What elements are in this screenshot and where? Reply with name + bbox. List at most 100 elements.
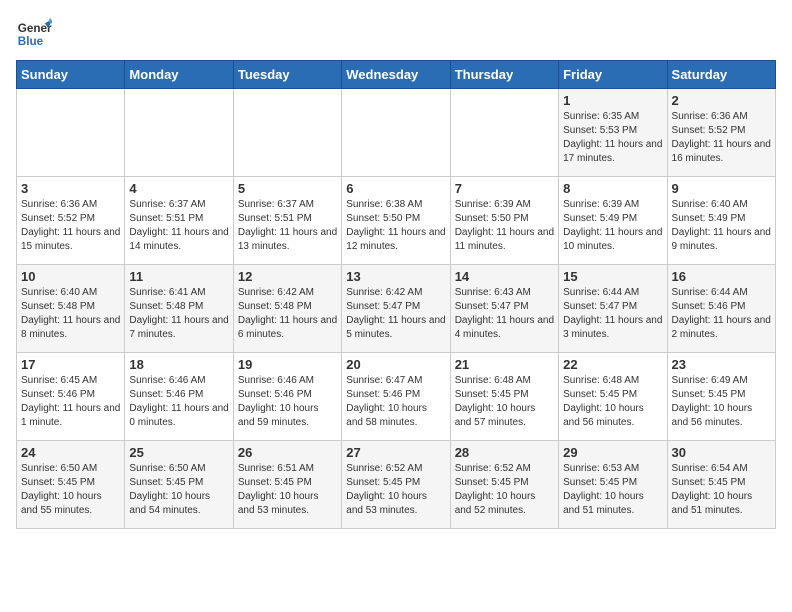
day-number: 23 bbox=[672, 357, 771, 372]
week-row-5: 24 Sunrise: 6:50 AMSunset: 5:45 PMDayligh… bbox=[17, 441, 776, 529]
day-cell: 2 Sunrise: 6:36 AMSunset: 5:52 PMDaylight… bbox=[667, 89, 775, 177]
day-cell: 9 Sunrise: 6:40 AMSunset: 5:49 PMDaylight… bbox=[667, 177, 775, 265]
week-row-2: 3 Sunrise: 6:36 AMSunset: 5:52 PMDaylight… bbox=[17, 177, 776, 265]
day-cell: 4 Sunrise: 6:37 AMSunset: 5:51 PMDaylight… bbox=[125, 177, 233, 265]
col-header-wednesday: Wednesday bbox=[342, 61, 450, 89]
day-detail: Sunrise: 6:48 AMSunset: 5:45 PMDaylight:… bbox=[455, 374, 554, 430]
day-number: 5 bbox=[238, 181, 337, 196]
calendar-table: SundayMondayTuesdayWednesdayThursdayFrid… bbox=[16, 60, 776, 529]
day-detail: Sunrise: 6:42 AMSunset: 5:48 PMDaylight:… bbox=[238, 286, 337, 342]
day-number: 4 bbox=[129, 181, 228, 196]
svg-text:Blue: Blue bbox=[18, 35, 44, 48]
day-cell: 13 Sunrise: 6:42 AMSunset: 5:47 PMDayligh… bbox=[342, 265, 450, 353]
day-cell bbox=[450, 89, 558, 177]
day-cell: 23 Sunrise: 6:49 AMSunset: 5:45 PMDayligh… bbox=[667, 353, 775, 441]
day-detail: Sunrise: 6:48 AMSunset: 5:45 PMDaylight:… bbox=[563, 374, 662, 430]
day-cell bbox=[233, 89, 341, 177]
day-number: 7 bbox=[455, 181, 554, 196]
col-header-monday: Monday bbox=[125, 61, 233, 89]
day-number: 15 bbox=[563, 269, 662, 284]
day-detail: Sunrise: 6:51 AMSunset: 5:45 PMDaylight:… bbox=[238, 462, 337, 518]
day-number: 17 bbox=[21, 357, 120, 372]
day-cell: 1 Sunrise: 6:35 AMSunset: 5:53 PMDaylight… bbox=[559, 89, 667, 177]
day-detail: Sunrise: 6:45 AMSunset: 5:46 PMDaylight:… bbox=[21, 374, 120, 430]
day-cell: 10 Sunrise: 6:40 AMSunset: 5:48 PMDayligh… bbox=[17, 265, 125, 353]
day-number: 25 bbox=[129, 445, 228, 460]
day-detail: Sunrise: 6:43 AMSunset: 5:47 PMDaylight:… bbox=[455, 286, 554, 342]
day-cell: 12 Sunrise: 6:42 AMSunset: 5:48 PMDayligh… bbox=[233, 265, 341, 353]
day-number: 24 bbox=[21, 445, 120, 460]
day-number: 26 bbox=[238, 445, 337, 460]
day-number: 20 bbox=[346, 357, 445, 372]
day-cell: 5 Sunrise: 6:37 AMSunset: 5:51 PMDaylight… bbox=[233, 177, 341, 265]
day-detail: Sunrise: 6:40 AMSunset: 5:49 PMDaylight:… bbox=[672, 198, 771, 254]
day-number: 29 bbox=[563, 445, 662, 460]
day-number: 10 bbox=[21, 269, 120, 284]
day-number: 18 bbox=[129, 357, 228, 372]
day-number: 27 bbox=[346, 445, 445, 460]
day-detail: Sunrise: 6:46 AMSunset: 5:46 PMDaylight:… bbox=[238, 374, 337, 430]
day-number: 22 bbox=[563, 357, 662, 372]
header: General Blue bbox=[16, 16, 776, 52]
day-detail: Sunrise: 6:37 AMSunset: 5:51 PMDaylight:… bbox=[238, 198, 337, 254]
day-cell bbox=[17, 89, 125, 177]
day-cell: 7Sunrise: 6:39 AMSunset: 5:50 PMDaylight… bbox=[450, 177, 558, 265]
day-detail: Sunrise: 6:54 AMSunset: 5:45 PMDaylight:… bbox=[672, 462, 771, 518]
day-number: 28 bbox=[455, 445, 554, 460]
day-detail: Sunrise: 6:53 AMSunset: 5:45 PMDaylight:… bbox=[563, 462, 662, 518]
week-row-3: 10 Sunrise: 6:40 AMSunset: 5:48 PMDayligh… bbox=[17, 265, 776, 353]
col-header-tuesday: Tuesday bbox=[233, 61, 341, 89]
day-cell: 28 Sunrise: 6:52 AMSunset: 5:45 PMDayligh… bbox=[450, 441, 558, 529]
day-detail: Sunrise: 6:37 AMSunset: 5:51 PMDaylight:… bbox=[129, 198, 228, 254]
day-number: 2 bbox=[672, 93, 771, 108]
day-detail: Sunrise: 6:39 AMSunset: 5:49 PMDaylight:… bbox=[563, 198, 662, 254]
day-detail: Sunrise: 6:36 AMSunset: 5:52 PMDaylight:… bbox=[21, 198, 120, 254]
day-detail: Sunrise: 6:41 AMSunset: 5:48 PMDaylight:… bbox=[129, 286, 228, 342]
day-detail: Sunrise: 6:49 AMSunset: 5:45 PMDaylight:… bbox=[672, 374, 771, 430]
day-cell: 21 Sunrise: 6:48 AMSunset: 5:45 PMDayligh… bbox=[450, 353, 558, 441]
day-detail: Sunrise: 6:52 AMSunset: 5:45 PMDaylight:… bbox=[455, 462, 554, 518]
week-row-1: 1 Sunrise: 6:35 AMSunset: 5:53 PMDaylight… bbox=[17, 89, 776, 177]
day-detail: Sunrise: 6:38 AMSunset: 5:50 PMDaylight:… bbox=[346, 198, 445, 254]
day-cell bbox=[125, 89, 233, 177]
day-cell: 11 Sunrise: 6:41 AMSunset: 5:48 PMDayligh… bbox=[125, 265, 233, 353]
day-number: 1 bbox=[563, 93, 662, 108]
day-number: 14 bbox=[455, 269, 554, 284]
day-detail: Sunrise: 6:52 AMSunset: 5:45 PMDaylight:… bbox=[346, 462, 445, 518]
day-detail: Sunrise: 6:50 AMSunset: 5:45 PMDaylight:… bbox=[129, 462, 228, 518]
day-number: 12 bbox=[238, 269, 337, 284]
day-cell: 25 Sunrise: 6:50 AMSunset: 5:45 PMDayligh… bbox=[125, 441, 233, 529]
day-number: 30 bbox=[672, 445, 771, 460]
day-cell: 30 Sunrise: 6:54 AMSunset: 5:45 PMDayligh… bbox=[667, 441, 775, 529]
day-number: 9 bbox=[672, 181, 771, 196]
col-header-sunday: Sunday bbox=[17, 61, 125, 89]
day-cell: 14 Sunrise: 6:43 AMSunset: 5:47 PMDayligh… bbox=[450, 265, 558, 353]
day-cell bbox=[342, 89, 450, 177]
day-cell: 8 Sunrise: 6:39 AMSunset: 5:49 PMDaylight… bbox=[559, 177, 667, 265]
day-detail: Sunrise: 6:42 AMSunset: 5:47 PMDaylight:… bbox=[346, 286, 445, 342]
week-row-4: 17 Sunrise: 6:45 AMSunset: 5:46 PMDayligh… bbox=[17, 353, 776, 441]
day-detail: Sunrise: 6:36 AMSunset: 5:52 PMDaylight:… bbox=[672, 110, 771, 166]
day-cell: 15Sunrise: 6:44 AMSunset: 5:47 PMDayligh… bbox=[559, 265, 667, 353]
day-detail: Sunrise: 6:40 AMSunset: 5:48 PMDaylight:… bbox=[21, 286, 120, 342]
day-cell: 29 Sunrise: 6:53 AMSunset: 5:45 PMDayligh… bbox=[559, 441, 667, 529]
day-cell: 6Sunrise: 6:38 AMSunset: 5:50 PMDaylight… bbox=[342, 177, 450, 265]
day-detail: Sunrise: 6:44 AMSunset: 5:46 PMDaylight:… bbox=[672, 286, 771, 342]
day-cell: 24Sunrise: 6:50 AMSunset: 5:45 PMDayligh… bbox=[17, 441, 125, 529]
day-cell: 16 Sunrise: 6:44 AMSunset: 5:46 PMDayligh… bbox=[667, 265, 775, 353]
day-detail: Sunrise: 6:35 AMSunset: 5:53 PMDaylight:… bbox=[563, 110, 662, 166]
day-cell: 22 Sunrise: 6:48 AMSunset: 5:45 PMDayligh… bbox=[559, 353, 667, 441]
day-detail: Sunrise: 6:46 AMSunset: 5:46 PMDaylight:… bbox=[129, 374, 228, 430]
day-cell: 19 Sunrise: 6:46 AMSunset: 5:46 PMDayligh… bbox=[233, 353, 341, 441]
day-number: 11 bbox=[129, 269, 228, 284]
day-number: 16 bbox=[672, 269, 771, 284]
day-number: 19 bbox=[238, 357, 337, 372]
day-cell: 17 Sunrise: 6:45 AMSunset: 5:46 PMDayligh… bbox=[17, 353, 125, 441]
day-cell: 20Sunrise: 6:47 AMSunset: 5:46 PMDayligh… bbox=[342, 353, 450, 441]
day-number: 3 bbox=[21, 181, 120, 196]
day-number: 13 bbox=[346, 269, 445, 284]
day-number: 21 bbox=[455, 357, 554, 372]
day-number: 8 bbox=[563, 181, 662, 196]
col-header-thursday: Thursday bbox=[450, 61, 558, 89]
col-header-friday: Friday bbox=[559, 61, 667, 89]
